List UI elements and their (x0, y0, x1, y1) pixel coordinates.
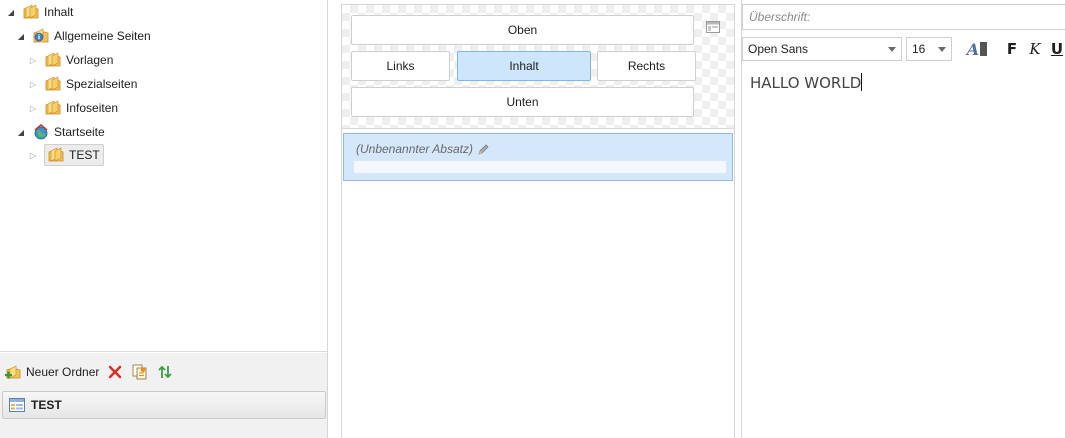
tree-item-label: Startseite (54, 125, 105, 139)
tree-item-test[interactable]: ▷ TEST (28, 144, 104, 166)
page-layout-regions: Oben Links Inhalt Rechts Unten (342, 5, 734, 129)
tree-item-spezialseiten[interactable]: ▷ Spezialseiten (28, 73, 137, 95)
font-family-select[interactable]: Open Sans (742, 37, 902, 61)
tree-item-label: Allgemeine Seiten (54, 29, 151, 43)
tree-item-label: Vorlagen (66, 53, 114, 67)
paragraph-preview (354, 161, 726, 173)
home-globe-icon (34, 123, 48, 140)
font-color-button[interactable]: A (963, 39, 991, 59)
tree-item-label: Inhalt (44, 5, 74, 19)
tree-item-inhalt[interactable]: ◢ Inhalt (6, 1, 73, 23)
folder-icon (45, 52, 61, 67)
left-toolbar: Neuer Ordner TEST (0, 353, 327, 438)
collapsed-arrow-icon[interactable]: ▷ (28, 150, 38, 160)
font-color-icon: A (966, 39, 980, 59)
tree-item-startseite[interactable]: ◢ Startseite (16, 121, 105, 143)
collapsed-arrow-icon[interactable]: ▷ (28, 79, 38, 89)
info-folder-icon (33, 28, 49, 43)
sort-button[interactable] (157, 364, 173, 380)
tree-item-vorlagen[interactable]: ▷ Vorlagen (28, 49, 113, 71)
layout-pane: Oben Links Inhalt Rechts Unten (Unbenann… (341, 4, 735, 438)
collapsed-arrow-icon[interactable]: ▷ (28, 55, 38, 65)
page-tree: ◢ Inhalt ◢ Allgemeine Seiten ▷ Vorlagen … (0, 0, 327, 352)
folder-icon (23, 4, 39, 19)
copy-page-icon (132, 364, 147, 380)
text-caret (861, 73, 863, 91)
layout-settings-icon[interactable] (706, 21, 720, 33)
region-bottom-button[interactable]: Unten (351, 87, 694, 117)
folder-icon (48, 147, 64, 162)
page-tab-label: TEST (31, 398, 62, 412)
region-content-button[interactable]: Inhalt (457, 51, 591, 81)
underline-button[interactable]: U (1049, 39, 1065, 59)
format-toolbar: Open Sans 16 A F K U (742, 35, 1065, 65)
pencil-icon[interactable] (478, 144, 489, 155)
tree-item-label: Spezialseiten (66, 77, 138, 91)
italic-button[interactable]: K (1027, 39, 1043, 59)
paragraph-title: (Unbenannter Absatz) (356, 142, 473, 156)
delete-icon (109, 365, 122, 379)
folder-icon (45, 76, 61, 91)
expanded-arrow-icon[interactable]: ◢ (6, 7, 16, 17)
tree-item-label: TEST (69, 148, 100, 162)
new-folder-label: Neuer Ordner (26, 365, 100, 379)
page-layout-icon (9, 398, 25, 412)
region-right-button[interactable]: Rechts (597, 51, 696, 81)
color-swatch (980, 42, 988, 56)
font-size-value: 16 (912, 42, 926, 56)
delete-button[interactable] (107, 364, 123, 380)
tree-actions: Neuer Ordner (4, 361, 181, 383)
selected-tree-node[interactable]: TEST (44, 144, 104, 166)
region-left-button[interactable]: Links (351, 51, 450, 81)
paragraph-item[interactable]: (Unbenannter Absatz) (343, 133, 733, 181)
new-folder-button[interactable]: Neuer Ordner (4, 363, 99, 381)
chevron-down-icon (938, 47, 946, 52)
expanded-arrow-icon[interactable]: ◢ (16, 31, 26, 41)
new-folder-icon (5, 365, 21, 379)
rich-text-editor[interactable]: HALLO WORLD (742, 66, 1065, 438)
bold-button[interactable]: F (1004, 39, 1020, 59)
region-top-button[interactable]: Oben (351, 15, 694, 45)
expanded-arrow-icon[interactable]: ◢ (16, 127, 26, 137)
chevron-down-icon (888, 47, 896, 52)
font-size-select[interactable]: 16 (906, 37, 952, 61)
heading-input[interactable] (742, 4, 1065, 30)
page-tab-test[interactable]: TEST (2, 391, 326, 419)
tree-item-label: Infoseiten (66, 101, 119, 115)
font-family-value: Open Sans (748, 42, 809, 56)
tree-item-infoseiten[interactable]: ▷ Infoseiten (28, 97, 118, 119)
tree-item-allgemeine-seiten[interactable]: ◢ Allgemeine Seiten (16, 25, 151, 47)
sort-icon (158, 365, 173, 379)
editor-pane: Open Sans 16 A F K U HALLO WORLD (741, 0, 1065, 438)
collapsed-arrow-icon[interactable]: ▷ (28, 103, 38, 113)
editor-content: HALLO WORLD (750, 74, 862, 92)
copy-page-button[interactable] (131, 363, 149, 381)
paragraph-title-row: (Unbenannter Absatz) (356, 142, 489, 156)
left-pane: ◢ Inhalt ◢ Allgemeine Seiten ▷ Vorlagen … (0, 0, 328, 438)
paragraph-list: (Unbenannter Absatz) (342, 130, 734, 438)
folder-icon (45, 100, 61, 115)
